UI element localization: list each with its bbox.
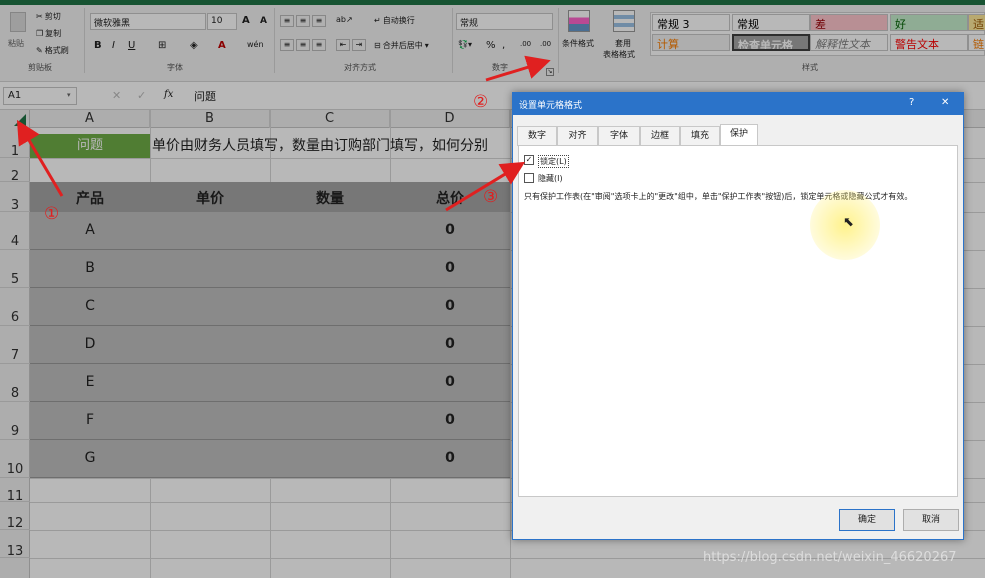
watermark: https://blog.csdn.net/weixin_46620267: [703, 550, 957, 565]
annotation-arrow-1: [16, 119, 64, 197]
annotation-marker-1: ①: [44, 204, 60, 224]
annotation-arrows: [16, 55, 551, 212]
annotation-marker-2: ②: [473, 92, 489, 112]
annotation-arrow-2: [485, 55, 551, 82]
annotation-marker-3: ③: [483, 187, 499, 207]
